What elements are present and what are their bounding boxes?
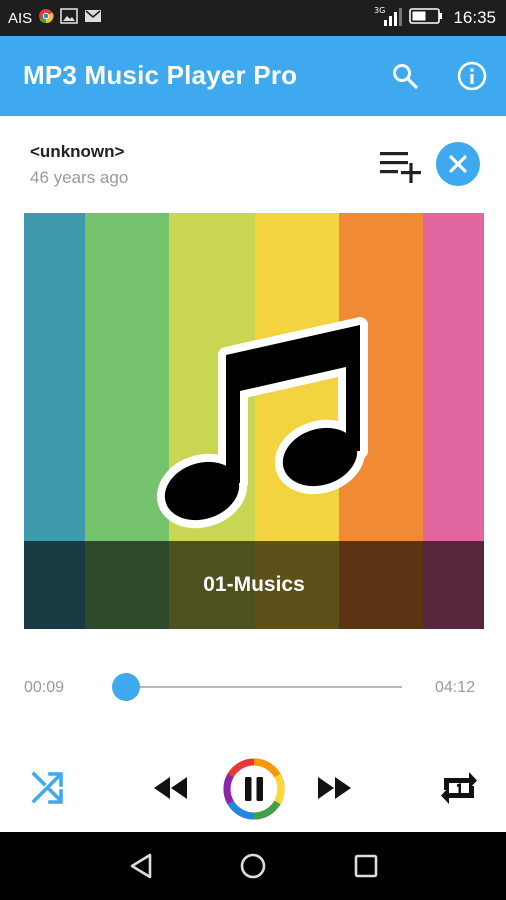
battery-icon bbox=[409, 7, 443, 29]
total-time: 04:12 bbox=[435, 679, 476, 696]
close-button[interactable] bbox=[436, 142, 480, 186]
app-title: MP3 Music Player Pro bbox=[23, 60, 298, 90]
search-icon bbox=[393, 64, 418, 89]
seek-thumb[interactable] bbox=[112, 673, 141, 701]
repeat-one-icon bbox=[441, 772, 477, 804]
back-icon bbox=[130, 853, 152, 879]
status-right: 3G 16:35 bbox=[373, 5, 496, 31]
info-button[interactable] bbox=[452, 56, 492, 96]
add-to-queue-button[interactable] bbox=[376, 144, 424, 184]
signal-icon: 3G bbox=[373, 5, 403, 31]
pause-icon bbox=[223, 758, 285, 820]
shuffle-button[interactable] bbox=[26, 766, 70, 810]
search-button[interactable] bbox=[385, 56, 425, 96]
album-artwork: 01-Musics bbox=[24, 213, 484, 629]
image-icon bbox=[60, 8, 78, 28]
recents-button[interactable] bbox=[350, 850, 382, 882]
back-button[interactable] bbox=[126, 850, 158, 882]
repeat-button[interactable] bbox=[436, 766, 482, 810]
info-icon bbox=[457, 61, 487, 91]
app-bar: MP3 Music Player Pro bbox=[0, 36, 506, 116]
close-icon bbox=[449, 155, 467, 173]
next-icon bbox=[318, 777, 351, 799]
current-time: 00:09 bbox=[24, 679, 65, 696]
previous-icon bbox=[154, 777, 187, 799]
song-added-time: 46 years ago bbox=[30, 168, 129, 187]
play-pause-button[interactable] bbox=[223, 758, 285, 820]
previous-button[interactable] bbox=[148, 770, 192, 806]
network-label: 3G bbox=[374, 6, 385, 15]
song-artist: <unknown> bbox=[30, 142, 125, 161]
next-button[interactable] bbox=[313, 770, 357, 806]
navigation-bar bbox=[0, 832, 506, 900]
home-button[interactable] bbox=[237, 850, 269, 882]
status-bar: AIS 3G 16:35 bbox=[0, 0, 506, 36]
music-note-icon bbox=[156, 317, 368, 529]
clock: 16:35 bbox=[453, 8, 496, 27]
song-title: 01-Musics bbox=[24, 541, 484, 629]
playlist-add-icon bbox=[380, 152, 421, 183]
status-left: AIS bbox=[8, 8, 102, 28]
seek-track[interactable] bbox=[116, 686, 402, 688]
gmail-icon bbox=[84, 9, 102, 27]
recents-icon bbox=[354, 854, 378, 878]
home-icon bbox=[240, 853, 266, 879]
shuffle-icon bbox=[31, 771, 63, 804]
chrome-icon bbox=[38, 8, 54, 28]
carrier-label: AIS bbox=[8, 9, 33, 27]
